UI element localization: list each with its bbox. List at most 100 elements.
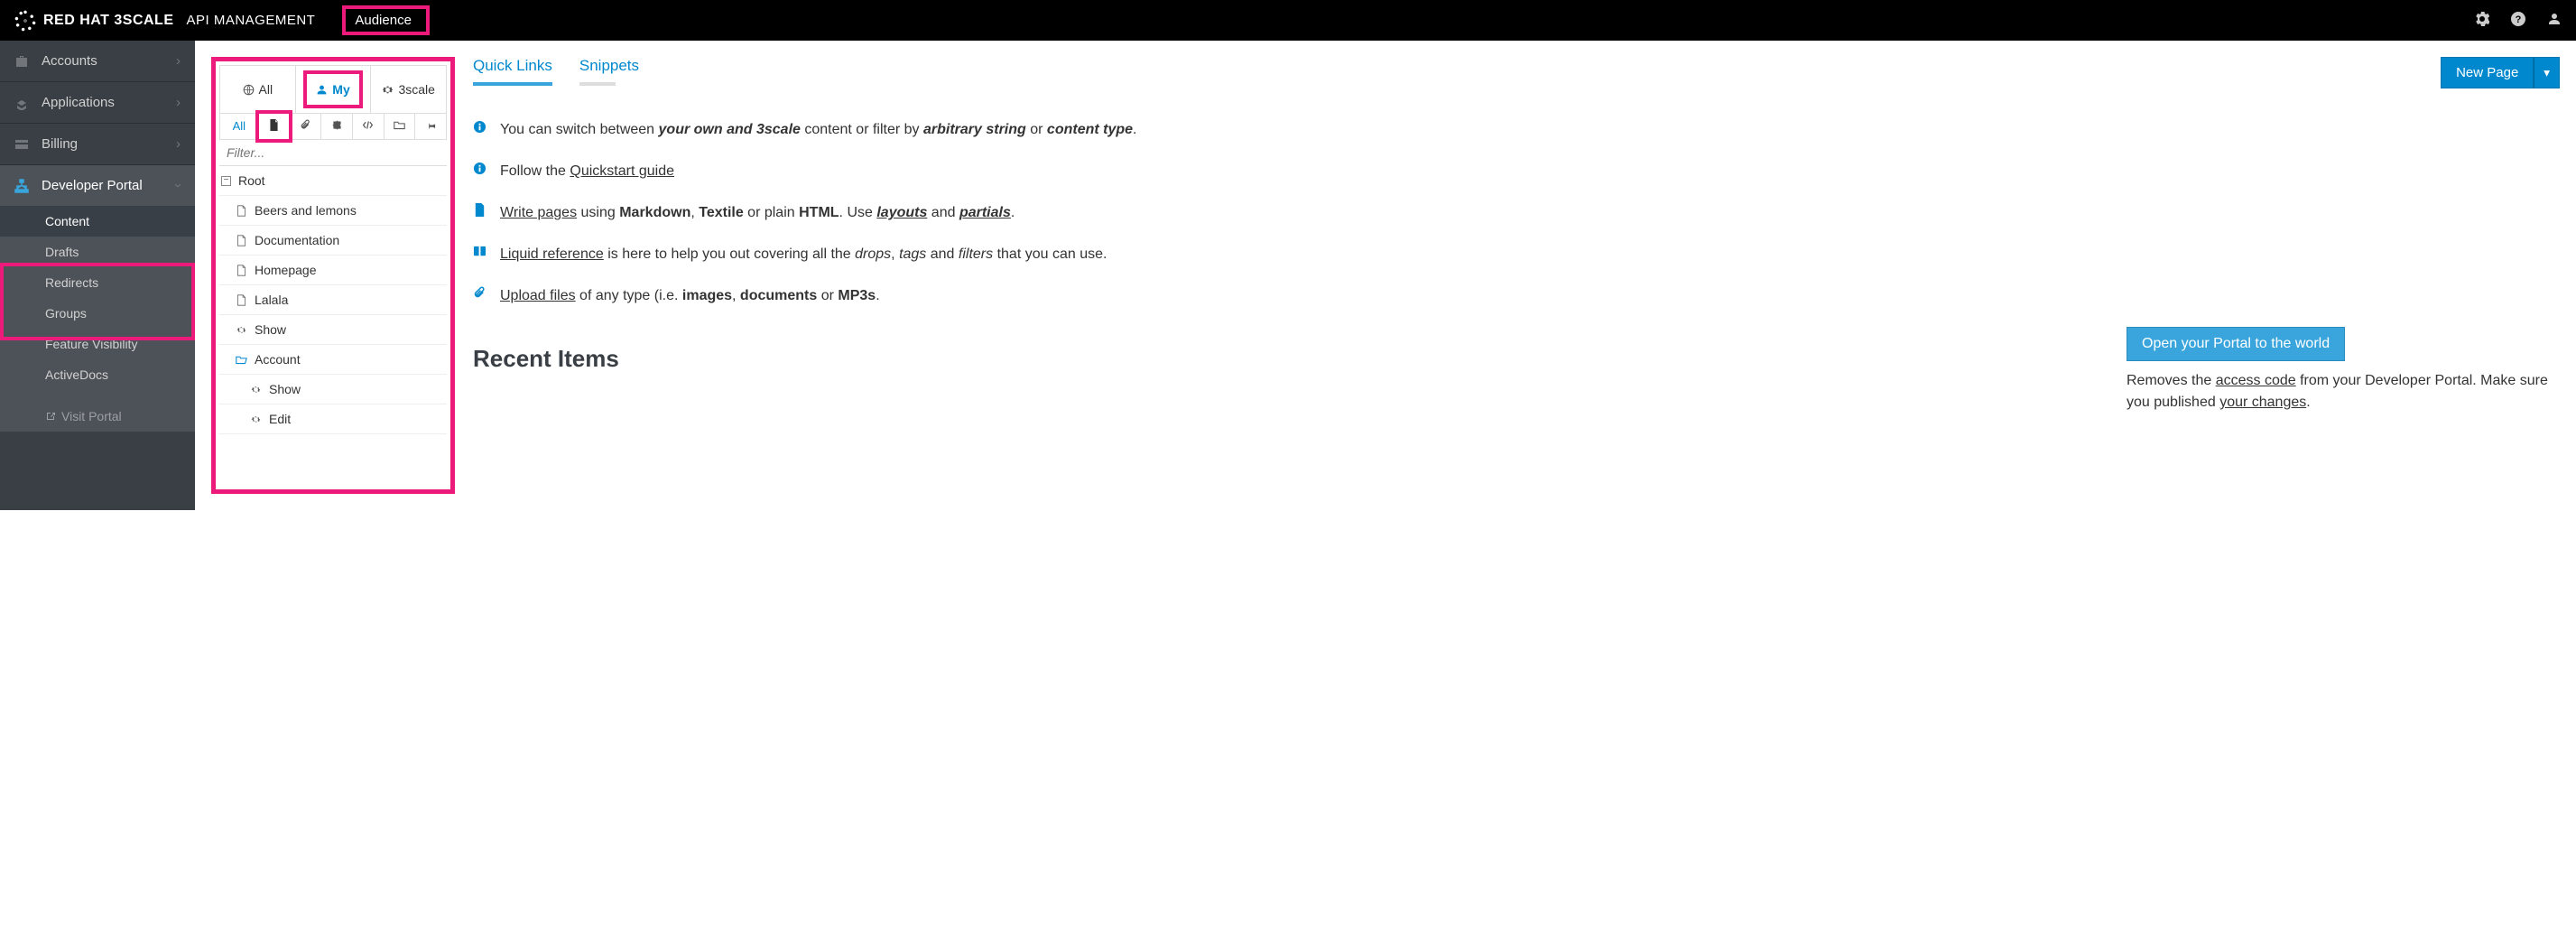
page-icon xyxy=(236,265,247,276)
info-icon xyxy=(473,120,486,134)
code-icon xyxy=(362,119,374,131)
paperclip-icon xyxy=(473,286,486,300)
book-icon xyxy=(473,245,486,258)
chevron-right-icon: › xyxy=(176,53,181,69)
type-filter-builtin[interactable] xyxy=(415,114,446,139)
sitemap-icon xyxy=(14,179,29,193)
puzzle-icon xyxy=(331,119,343,131)
topbar: RED HAT 3SCALE API MANAGEMENT Audience ? xyxy=(0,0,2576,41)
type-filter-partial[interactable] xyxy=(321,114,353,139)
tree-folder-account[interactable]: Account xyxy=(219,345,447,375)
tab-quick-links[interactable]: Quick Links xyxy=(473,57,552,84)
new-page-dropdown[interactable]: ▾ xyxy=(2534,57,2560,88)
type-filters: All xyxy=(219,114,447,140)
topbar-actions: ? xyxy=(2475,12,2562,29)
page-icon xyxy=(236,294,247,306)
open-portal-section: Open your Portal to the world Removes th… xyxy=(2127,327,2560,414)
gear-icon xyxy=(250,414,262,425)
tip-write-pages: Write pages using Markdown, Textile or p… xyxy=(473,202,2560,224)
sidebar-label: Developer Portal xyxy=(42,178,143,193)
type-filter-layout[interactable] xyxy=(353,114,385,139)
recent-items-heading: Recent Items xyxy=(473,345,619,373)
owner-tab-3scale[interactable]: 3scale xyxy=(371,66,446,113)
open-portal-note: Removes the access code from your Develo… xyxy=(2127,370,2560,414)
sidebar-item-accounts[interactable]: Accounts › xyxy=(0,41,195,81)
page-icon xyxy=(236,235,247,246)
logo-icon xyxy=(14,10,36,32)
page-tabs: Quick Links Snippets xyxy=(473,57,639,84)
content-tree: − Root Beers and lemons Documentation Ho… xyxy=(219,166,447,434)
owner-tabs: All My 3scale xyxy=(219,65,447,114)
chevron-down-icon: › xyxy=(171,183,186,188)
cubes-icon xyxy=(14,96,29,110)
new-page-button[interactable]: New Page xyxy=(2441,57,2534,88)
paperclip-icon xyxy=(300,119,311,131)
sidebar-item-billing[interactable]: Billing › xyxy=(0,123,195,164)
subnav-feature-visibility[interactable]: Feature Visibility xyxy=(0,329,195,359)
tree-page[interactable]: Show xyxy=(219,315,447,345)
tip-upload: Upload files of any type (i.e. images, d… xyxy=(473,285,2560,307)
type-filter-folder[interactable] xyxy=(385,114,416,139)
collapse-icon[interactable]: − xyxy=(221,176,231,186)
sidebar-label: Accounts xyxy=(42,53,97,69)
tree-root[interactable]: − Root xyxy=(219,166,447,196)
brand-main: RED HAT 3SCALE xyxy=(43,13,174,29)
subnav-drafts[interactable]: Drafts xyxy=(0,237,195,267)
type-filter-page[interactable] xyxy=(259,114,291,139)
folder-icon xyxy=(394,119,405,131)
tips-list: You can switch between your own and 3sca… xyxy=(473,119,2560,307)
context-label: Audience xyxy=(355,13,412,28)
sidebar-item-applications[interactable]: Applications › xyxy=(0,81,195,123)
subnav-activedocs[interactable]: ActiveDocs xyxy=(0,359,195,390)
subnav-groups[interactable]: Groups xyxy=(0,298,195,329)
tree-page[interactable]: Documentation xyxy=(219,226,447,256)
folder-open-icon xyxy=(236,354,247,366)
user-icon[interactable] xyxy=(2547,12,2562,29)
open-portal-button[interactable]: Open your Portal to the world xyxy=(2127,327,2345,361)
brand-sub: API MANAGEMENT xyxy=(187,13,316,28)
liquid-link[interactable]: Liquid reference xyxy=(500,246,604,262)
user-icon xyxy=(316,84,328,96)
tree-page[interactable]: Edit xyxy=(219,404,447,434)
help-icon[interactable]: ? xyxy=(2511,12,2525,29)
brand-logo: RED HAT 3SCALE API MANAGEMENT xyxy=(14,10,315,32)
layouts-link[interactable]: layouts xyxy=(876,205,927,220)
sidebar-label: Billing xyxy=(42,136,78,152)
partials-link[interactable]: partials xyxy=(959,205,1011,220)
content-area: Quick Links Snippets New Page ▾ You can … xyxy=(473,57,2560,494)
chevron-right-icon: › xyxy=(176,136,181,152)
gear-icon xyxy=(250,384,262,395)
owner-tab-my[interactable]: My xyxy=(296,66,372,113)
sidebar-submenu: Content Drafts Redirects Groups Feature … xyxy=(0,206,195,432)
subnav-content[interactable]: Content xyxy=(0,206,195,237)
gear-icon xyxy=(236,324,247,336)
tab-snippets[interactable]: Snippets xyxy=(579,57,639,84)
globe-icon xyxy=(243,84,255,96)
gear-icon[interactable] xyxy=(2475,12,2489,29)
tree-page[interactable]: Homepage xyxy=(219,256,447,285)
page-icon xyxy=(236,205,247,217)
context-selector[interactable]: Audience xyxy=(342,5,430,35)
write-pages-link[interactable]: Write pages xyxy=(500,205,577,220)
gear-icon xyxy=(382,84,394,96)
upload-link[interactable]: Upload files xyxy=(500,288,576,303)
tree-page[interactable]: Show xyxy=(219,375,447,404)
new-page-group: New Page ▾ xyxy=(2441,57,2560,88)
your-changes-link[interactable]: your changes xyxy=(2219,395,2306,410)
quickstart-link[interactable]: Quickstart guide xyxy=(570,163,674,179)
tree-page[interactable]: Lalala xyxy=(219,285,447,315)
access-code-link[interactable]: access code xyxy=(2216,373,2296,388)
visit-portal-link[interactable]: Visit Portal xyxy=(0,401,195,432)
type-filter-all[interactable]: All xyxy=(220,114,259,139)
tip-liquid: Liquid reference is here to help you out… xyxy=(473,244,2560,265)
tip-switch: You can switch between your own and 3sca… xyxy=(473,119,2560,141)
type-filter-attachment[interactable] xyxy=(290,114,321,139)
page-icon xyxy=(268,119,280,131)
subnav-redirects[interactable]: Redirects xyxy=(0,267,195,298)
tree-page[interactable]: Beers and lemons xyxy=(219,196,447,226)
sidebar-label: Applications xyxy=(42,95,115,110)
owner-tab-all[interactable]: All xyxy=(220,66,296,113)
briefcase-icon xyxy=(14,54,29,69)
tree-filter-input[interactable] xyxy=(219,140,447,166)
sidebar-item-developer-portal[interactable]: Developer Portal › xyxy=(0,164,195,206)
